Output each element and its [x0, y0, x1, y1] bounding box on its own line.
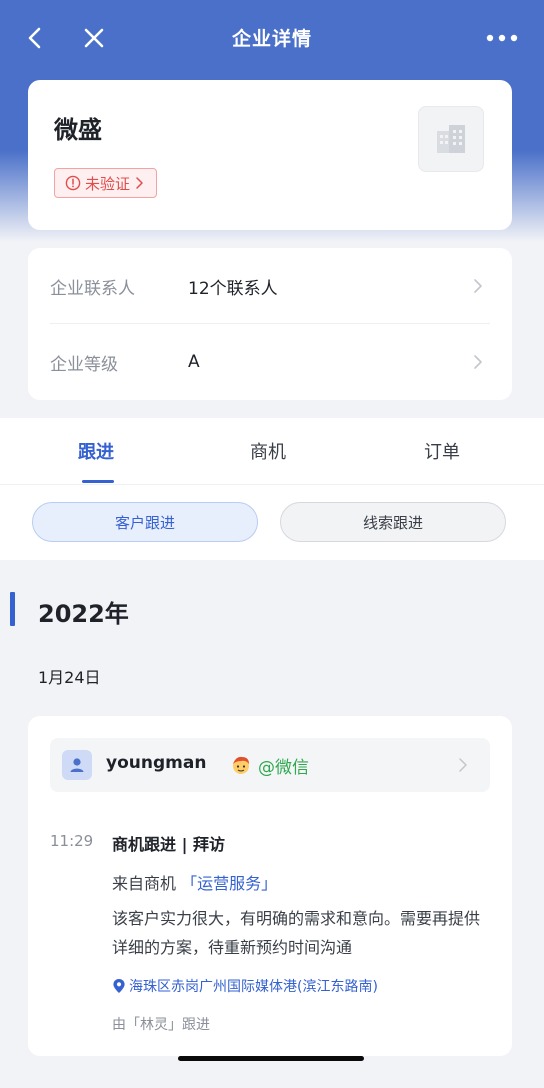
user-name: youngman	[106, 753, 207, 773]
more-horizontal-icon	[486, 34, 518, 42]
user-source: @微信	[258, 758, 309, 778]
avatar	[62, 750, 92, 780]
chevron-right-icon	[474, 355, 482, 369]
company-logo	[418, 106, 484, 172]
divider	[0, 484, 544, 485]
timeline-date: 1月24日	[38, 668, 101, 687]
follow-up-user[interactable]: youngman @微信	[50, 738, 490, 792]
follow-up-card: youngman @微信 11:29 商机跟进 | 拜访 来自商机 「运营服务」…	[28, 716, 512, 1056]
info-row-contacts[interactable]: 企业联系人 12个联系人	[28, 248, 512, 324]
chevron-right-icon	[136, 177, 143, 189]
location-text: 海珠区赤岗广州国际媒体港(滨江东路南)	[129, 979, 378, 995]
building-icon	[437, 125, 465, 153]
tab-opportunity[interactable]: 商机	[250, 438, 286, 464]
follow-up-source: 来自商机 「运营服务」	[112, 870, 277, 894]
follow-up-title: 商机跟进 | 拜访	[112, 835, 225, 854]
tab-follow-up[interactable]: 跟进	[78, 438, 114, 464]
chevron-right-icon	[474, 279, 482, 293]
tab-orders[interactable]: 订单	[424, 438, 460, 464]
segment-customer-follow-up[interactable]: 客户跟进	[32, 502, 258, 542]
info-row-level[interactable]: 企业等级 A	[28, 324, 512, 400]
verify-status-badge[interactable]: 未验证	[54, 168, 158, 198]
chevron-right-icon	[459, 758, 467, 772]
page-title: 企业详情	[231, 28, 312, 50]
followed-by: 由「林灵」跟进	[112, 1017, 210, 1033]
emoji-avatar-icon	[233, 756, 249, 774]
timeline-year: 2022年	[38, 600, 129, 628]
follow-up-time: 11:29	[50, 832, 94, 850]
company-info-card: 企业联系人 12个联系人 企业等级 A	[28, 248, 512, 400]
user-icon	[70, 758, 84, 772]
info-value: A	[188, 352, 200, 372]
follow-up-description: 该客户实力很大，有明确的需求和意向。需要再提供详细的方案，待重新预约时间沟通	[112, 909, 481, 957]
navbar: 企业详情	[0, 0, 544, 76]
company-card: 微盛 未验证	[28, 80, 512, 230]
verify-status-label: 未验证	[85, 174, 131, 193]
more-button[interactable]	[482, 20, 522, 56]
segment-lead-follow-up[interactable]: 线索跟进	[280, 502, 506, 542]
info-label: 企业等级	[50, 354, 118, 375]
opportunity-link[interactable]: 「运营服务」	[181, 874, 277, 893]
active-tab-indicator	[82, 480, 114, 483]
info-value: 12个联系人	[188, 278, 278, 299]
follow-up-location[interactable]: 海珠区赤岗广州国际媒体港(滨江东路南)	[112, 976, 378, 996]
location-pin-icon	[113, 979, 125, 993]
alert-circle-icon	[65, 175, 81, 191]
source-label: 来自商机	[112, 874, 177, 893]
company-name: 微盛	[54, 116, 102, 144]
info-label: 企业联系人	[50, 278, 135, 299]
year-marker	[10, 592, 15, 626]
tabs-panel: 跟进 商机 订单 客户跟进 线索跟进	[0, 418, 544, 560]
home-indicator	[178, 1056, 364, 1061]
